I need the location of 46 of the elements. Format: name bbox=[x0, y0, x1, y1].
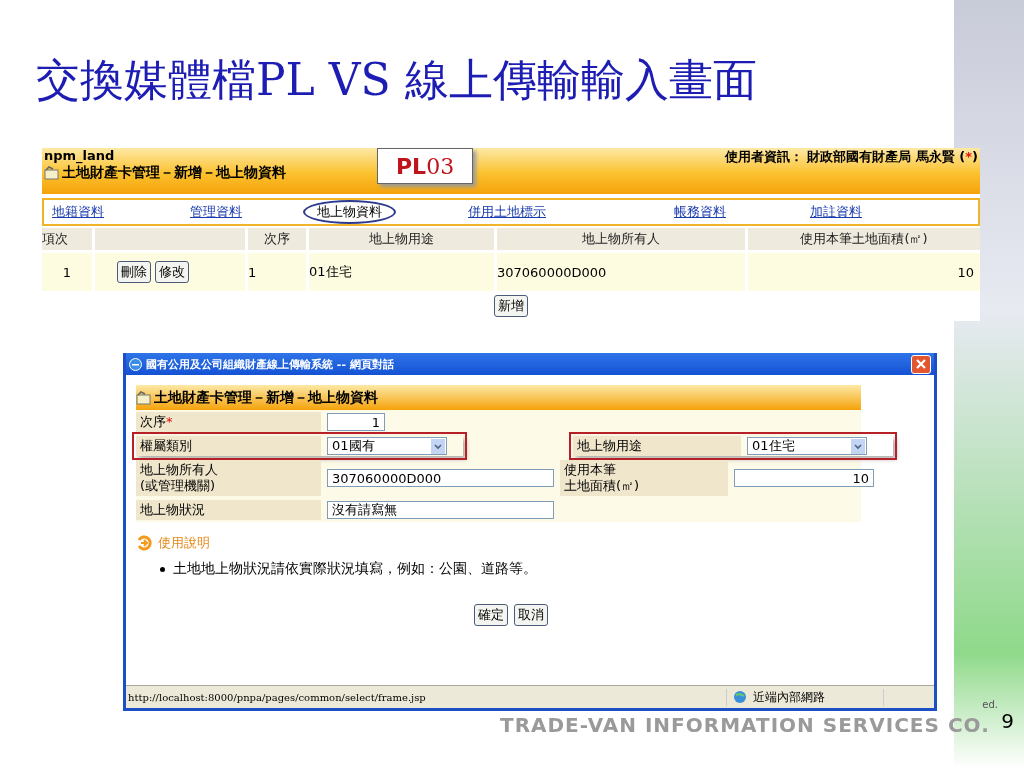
zone-label: 近端內部網路 bbox=[753, 688, 825, 706]
table-cell: 1 bbox=[42, 253, 92, 291]
form-heading: 土地財產卡管理－新增－地上物資料 bbox=[154, 388, 378, 407]
column-header: 地上物用途 bbox=[309, 228, 494, 250]
annotation-badge: PL03 bbox=[377, 148, 474, 184]
tab[interactable]: 帳務資料 bbox=[674, 203, 810, 221]
field-label: 權屬類別 bbox=[140, 438, 192, 453]
field-label: 使用本筆 土地面積(㎡) bbox=[564, 462, 641, 494]
field-label: 地上物用途 bbox=[577, 438, 642, 453]
dialog-button[interactable]: 取消 bbox=[514, 604, 548, 626]
page-heading: 土地財產卡管理－新增－地上物資料 bbox=[62, 164, 286, 182]
column-header: 地上物所有人 bbox=[497, 228, 745, 250]
corner-text: ed. bbox=[982, 699, 998, 710]
slide-title: 交換媒體檔PL VS 線上傳輸輸入畫面 bbox=[35, 53, 758, 107]
tab[interactable]: 加註資料 bbox=[810, 203, 862, 221]
input-field[interactable]: 307060000D000 bbox=[327, 469, 554, 487]
row-button[interactable]: 刪除 bbox=[117, 261, 151, 283]
column-header: 次序 bbox=[248, 228, 306, 250]
user-info: 使用者資訊： 財政部國有財產局 馬永賢 (*) bbox=[724, 148, 979, 166]
column-header: 項次 bbox=[42, 228, 92, 250]
table-cell: 10 bbox=[748, 253, 980, 291]
add-button[interactable]: 新增 bbox=[494, 295, 528, 317]
status-url: http://localhost:8000/pnpa/pages/common/select/frame.jsp bbox=[127, 691, 427, 703]
help-title: 使用說明 bbox=[158, 534, 210, 552]
field-label: 次序* bbox=[140, 414, 173, 429]
dialog-title: 國有公用及公司組織財產線上傳輸系統 -- 網頁對話 bbox=[146, 356, 395, 372]
tab[interactable]: 併用土地標示 bbox=[468, 203, 674, 221]
page-number: 9 bbox=[1001, 709, 1014, 733]
tab[interactable]: 地上物資料 bbox=[303, 200, 396, 224]
help-text: 土地地上物狀況請依實際狀況填寫，例如：公園、道路等。 bbox=[173, 560, 537, 578]
input-field[interactable]: 沒有請寫無 bbox=[327, 501, 554, 519]
field-label: 地上物所有人 (或管理機關) bbox=[140, 462, 219, 494]
tab[interactable]: 地籍資料 bbox=[52, 203, 190, 221]
table-cell: 307060000D000 bbox=[497, 253, 745, 291]
app-name: npm_land bbox=[44, 148, 116, 164]
input-field[interactable]: 1 bbox=[327, 413, 385, 431]
column-header: 使用本筆土地面積(㎡) bbox=[748, 228, 980, 250]
field-label: 地上物狀況 bbox=[140, 502, 205, 517]
dropdown[interactable]: 01國有 bbox=[327, 437, 447, 455]
table-cell: 01住宅 bbox=[309, 253, 494, 291]
table-cell: 1 bbox=[248, 253, 306, 291]
footer-text: TRADE-VAN INFORMATION SERVICES CO. bbox=[500, 713, 990, 737]
input-field[interactable]: 10 bbox=[734, 469, 874, 487]
dialog-button[interactable]: 確定 bbox=[474, 604, 508, 626]
dropdown[interactable]: 01住宅 bbox=[747, 437, 867, 455]
row-button[interactable]: 修改 bbox=[155, 261, 189, 283]
